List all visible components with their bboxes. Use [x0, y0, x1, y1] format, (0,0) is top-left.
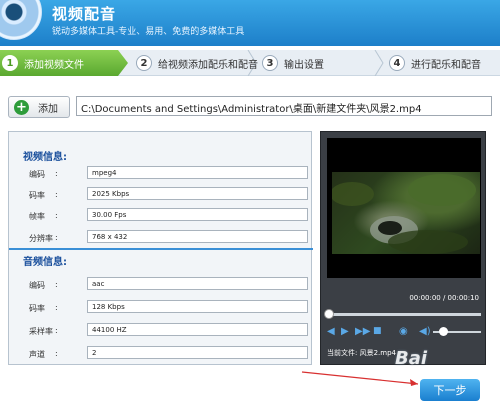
step-process[interactable]: 4 进行配乐和配音	[389, 50, 481, 76]
audio-samplerate-field: 44100 HZ	[87, 323, 308, 336]
video-player: 00:00:00 / 00:00:10 ◀ ▶ ▶▶ ■ ◉ ◀) 当前文件: …	[320, 131, 486, 365]
audio-channels-field: 2	[87, 346, 308, 359]
video-bitrate-field: 2025 Kbps	[87, 187, 308, 200]
video-resolution-field: 768 x 432	[87, 230, 308, 243]
step-number: 1	[2, 55, 18, 71]
audio-bitrate-label: 码率	[29, 304, 45, 313]
step-label: 输出设置	[284, 59, 324, 71]
audio-codec-field: aac	[87, 277, 308, 290]
step-label: 添加视频文件	[24, 59, 84, 71]
step-number: 2	[136, 55, 152, 71]
current-file-info: 当前文件: 风景2.mp4	[327, 348, 396, 358]
watermark-logo: Bai	[395, 348, 428, 369]
volume-icon[interactable]: ◀)	[419, 326, 431, 337]
app-subtitle: 锐动多媒体工具-专业、易用、免费的多媒体工具	[52, 27, 245, 37]
video-info-title: 视频信息:	[23, 152, 67, 163]
step-label: 给视频添加配乐和配音	[158, 59, 258, 71]
step-output-settings[interactable]: 3 输出设置	[262, 50, 324, 76]
add-button-label: 添加	[38, 103, 58, 115]
video-bitrate-label: 码率	[29, 191, 45, 200]
media-info-panel: 视频信息: 编码 : mpeg4 码率 : 2025 Kbps 帧率 : 30.…	[8, 131, 313, 365]
app-header: 视频配音 锐动多媒体工具-专业、易用、免费的多媒体工具	[0, 0, 500, 46]
audio-samplerate-label: 采样率	[29, 327, 53, 336]
rewind-icon[interactable]: ◀	[327, 326, 335, 337]
video-preview[interactable]	[327, 138, 481, 278]
stop-icon[interactable]: ■	[373, 326, 382, 336]
step-number: 4	[389, 55, 405, 71]
forward-icon[interactable]: ▶▶	[355, 326, 370, 337]
audio-codec-label: 编码	[29, 281, 45, 290]
next-button[interactable]: 下一步	[420, 379, 480, 401]
video-codec-label: 编码	[29, 170, 45, 179]
app-logo-icon	[0, 0, 42, 40]
video-codec-field: mpeg4	[87, 166, 308, 179]
video-resolution-label: 分辨率	[29, 234, 53, 243]
play-icon[interactable]: ▶	[341, 326, 349, 337]
plus-circle-icon: +	[14, 99, 29, 115]
step-add-music[interactable]: 2 给视频添加配乐和配音	[136, 50, 258, 76]
playback-time: 00:00:00 / 00:00:10	[409, 294, 479, 302]
file-path-field[interactable]: C:\Documents and Settings\Administrator\…	[76, 96, 492, 116]
current-file-label: 当前文件:	[327, 349, 358, 357]
steps-bar: 1 添加视频文件 2 给视频添加配乐和配音 3 输出设置 4 进行配乐和配音	[0, 50, 500, 76]
seek-handle[interactable]	[324, 309, 334, 319]
video-frame-image	[332, 172, 480, 254]
audio-bitrate-field: 128 Kbps	[87, 300, 308, 313]
current-file-name: 风景2.mp4	[359, 349, 396, 357]
add-file-button[interactable]: + 添加	[8, 96, 70, 118]
video-framerate-label: 帧率	[29, 212, 45, 221]
step-number: 3	[262, 55, 278, 71]
section-divider	[9, 248, 313, 250]
step-label: 进行配乐和配音	[411, 59, 481, 71]
landscape-scene	[332, 174, 476, 254]
audio-info-title: 音频信息:	[23, 257, 67, 268]
step-separator-icon	[374, 50, 384, 76]
audio-channels-label: 声道	[29, 350, 45, 359]
step-add-video[interactable]: 1 添加视频文件	[0, 50, 128, 76]
camera-icon[interactable]: ◉	[399, 326, 408, 337]
app-title: 视频配音	[52, 5, 117, 23]
volume-handle[interactable]	[439, 327, 448, 336]
seek-bar[interactable]	[327, 313, 481, 316]
video-framerate-field: 30.00 Fps	[87, 208, 308, 221]
